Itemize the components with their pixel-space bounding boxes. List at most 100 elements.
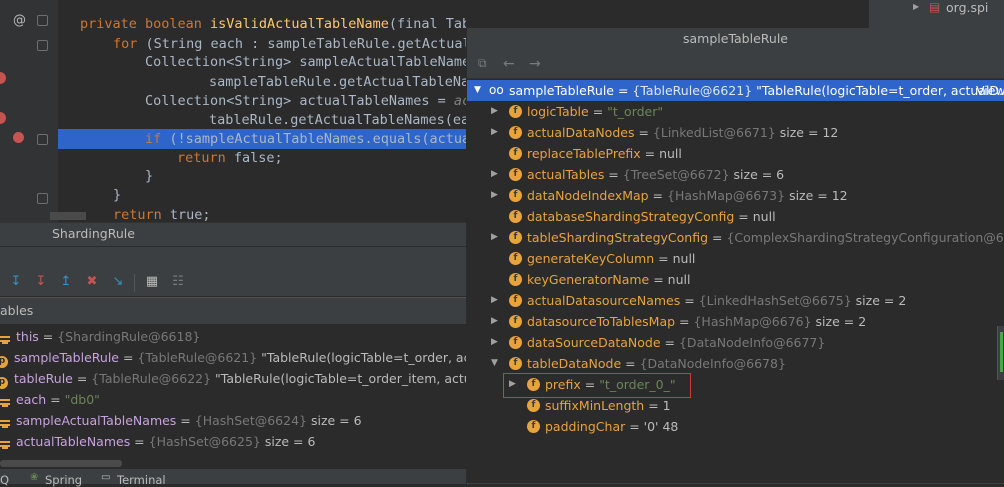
expand-arrow-icon[interactable]: ▶ bbox=[491, 311, 498, 332]
equals: = bbox=[640, 146, 660, 161]
tree-field-row[interactable]: ▶ f logicTable = "t_order" bbox=[467, 101, 1004, 122]
code-line[interactable]: } bbox=[58, 166, 466, 186]
trace-icon[interactable]: ☷ bbox=[170, 274, 186, 290]
expand-arrow-icon[interactable]: ▶ bbox=[491, 290, 498, 311]
breakpoint-icon[interactable] bbox=[0, 112, 6, 124]
tree-field-row[interactable]: ▶ f dataSourceDataNode = {DataNodeInfo@667… bbox=[467, 332, 1004, 353]
field-value: null bbox=[659, 146, 682, 161]
tree-field-row[interactable]: ▶ f tableShardingStrategyConfig = {Complex… bbox=[467, 227, 1004, 248]
field-name: actualDatasourceNames bbox=[527, 293, 681, 308]
equals: = bbox=[625, 419, 644, 434]
code-line[interactable]: Collection<String> actualTableNames = ac… bbox=[58, 91, 466, 111]
tree-field-row[interactable]: ▼ f tableDataNode = {DataNodeInfo@6678} bbox=[467, 353, 1004, 374]
tree-field-row[interactable]: f databaseShardingStrategyConfig = null bbox=[467, 206, 1004, 227]
variables-list[interactable]: this = {ShardingRule@6618} p sampleTableR… bbox=[0, 324, 466, 460]
fold-icon[interactable] bbox=[37, 193, 48, 204]
tool-window-spring[interactable]: Spring bbox=[45, 473, 82, 487]
view-link[interactable]: View bbox=[976, 80, 1004, 101]
tree-field-row[interactable]: ▶ f actualDatasourceNames = {LinkedHashSet… bbox=[467, 290, 1004, 311]
pin-icon[interactable]: ⧉ bbox=[478, 56, 487, 71]
field-icon: f bbox=[509, 357, 522, 370]
tree-root-text: sampleTableRule = {TableRule@6621} "Tabl… bbox=[509, 83, 1004, 98]
expand-arrow-icon[interactable]: ▶ bbox=[491, 185, 498, 206]
popup-title[interactable]: sampleTableRule bbox=[467, 28, 1004, 50]
parameter-icon: p bbox=[0, 356, 8, 368]
force-step-into-icon[interactable]: ↧ bbox=[33, 274, 49, 290]
equals: = bbox=[621, 356, 640, 371]
drop-frame-icon[interactable]: ✖ bbox=[84, 274, 100, 290]
tree-field-row[interactable]: ▶ f datasourceToTablesMap = {HashMap@6676}… bbox=[467, 311, 1004, 332]
expand-arrow-icon[interactable]: ▶ bbox=[491, 122, 498, 143]
scrollbar-thumb[interactable] bbox=[0, 460, 122, 467]
code-line[interactable]: return true; bbox=[58, 205, 466, 222]
variable-row[interactable]: this = {ShardingRule@6618} bbox=[0, 326, 466, 347]
editor-gutter[interactable]: @ bbox=[0, 0, 58, 222]
variables-title: ables bbox=[0, 303, 34, 318]
tree-field-row[interactable]: f replaceTablePrefix = null bbox=[467, 143, 1004, 164]
tree-field-row[interactable]: ▶ f dataNodeIndexMap = {HashMap@6673} size… bbox=[467, 185, 1004, 206]
collapse-arrow-icon[interactable]: ▼ bbox=[474, 80, 481, 101]
code-line[interactable]: for (String each : sampleTableRule.getAc… bbox=[58, 34, 466, 54]
object-tree[interactable]: ▼ oo sampleTableRule = {TableRule@6621} … bbox=[467, 79, 1004, 483]
code-line[interactable]: sampleTableRule.getActualTableNames(each… bbox=[58, 72, 466, 92]
expand-arrow-icon[interactable]: ▶ bbox=[913, 2, 919, 11]
collapse-arrow-icon[interactable]: ▼ bbox=[491, 353, 498, 374]
code-line[interactable]: private boolean isValidActualTableName(f… bbox=[58, 14, 466, 34]
field-text: replaceTablePrefix = null bbox=[527, 143, 682, 164]
code-line[interactable]: return false; bbox=[58, 148, 466, 168]
current-execution-line[interactable]: if (!sampleActualTableNames.equals(actua… bbox=[58, 129, 466, 149]
variable-row[interactable]: actualTableNames = {HashSet@6625} size =… bbox=[0, 431, 466, 452]
tree-field-row[interactable]: f generateKeyColumn = null bbox=[467, 248, 1004, 269]
code-line[interactable]: tableRule.getActualTableNames(each); bbox=[58, 110, 466, 130]
tree-root-row[interactable]: ▼ oo sampleTableRule = {TableRule@6621} … bbox=[467, 80, 1004, 101]
code-keyword: for bbox=[113, 36, 146, 52]
field-name: datasourceToTablesMap bbox=[527, 314, 676, 329]
forward-icon[interactable]: → bbox=[529, 56, 541, 72]
expand-arrow-icon[interactable]: ▶ bbox=[491, 227, 498, 248]
code-line[interactable]: } bbox=[58, 185, 466, 205]
evaluate-expression-icon[interactable]: ▦ bbox=[144, 274, 160, 290]
back-icon[interactable]: ← bbox=[503, 56, 515, 72]
tree-field-row[interactable]: f keyGeneratorName = null bbox=[467, 269, 1004, 290]
step-out-icon[interactable]: ↥ bbox=[58, 274, 74, 290]
code-text: (final TableRule sampleTableRule, final … bbox=[388, 16, 466, 32]
tree-field-row[interactable]: f paddingChar = '0' 48 bbox=[467, 416, 1004, 437]
variable-name: sampleActualTableNames bbox=[16, 413, 177, 428]
field-text: logicTable = "t_order" bbox=[527, 101, 663, 122]
field-value: size = 2 bbox=[811, 314, 867, 329]
code-keyword: return bbox=[113, 207, 170, 222]
expand-arrow-icon[interactable]: ▶ bbox=[491, 101, 498, 122]
breadcrumb-item[interactable]: ShardingRule bbox=[0, 222, 150, 246]
step-over-icon[interactable]: ↧ bbox=[8, 274, 24, 290]
code-editor[interactable]: @ private boolean isValidActualTableName… bbox=[0, 0, 466, 222]
variable-row[interactable]: sampleActualTableNames = {HashSet@6624} … bbox=[0, 410, 466, 431]
variable-row[interactable]: p sampleTableRule = {TableRule@6621} "Tab… bbox=[0, 347, 466, 368]
variable-row[interactable]: each = "db0" bbox=[0, 389, 466, 410]
fold-icon[interactable] bbox=[37, 15, 48, 26]
breakpoint-icon[interactable] bbox=[0, 72, 6, 84]
fold-icon[interactable] bbox=[37, 40, 48, 51]
code-text: Collection<String> sampleActualTableName… bbox=[145, 54, 466, 70]
run-to-cursor-icon[interactable]: ↘ bbox=[110, 274, 126, 290]
editor-scrollbar-thumb[interactable] bbox=[50, 212, 86, 220]
code-line[interactable]: Collection<String> sampleActualTableName… bbox=[58, 52, 466, 72]
expand-arrow-icon[interactable]: ▶ bbox=[491, 164, 498, 185]
equals: = bbox=[118, 350, 138, 365]
field-name: dataNodeIndexMap bbox=[527, 188, 649, 203]
expand-arrow-icon[interactable]: ▶ bbox=[491, 332, 498, 353]
field-text: suffixMinLength = 1 bbox=[545, 395, 671, 416]
field-value: size = 6 bbox=[729, 167, 785, 182]
tree-item-label[interactable]: org.spi bbox=[946, 0, 988, 15]
tree-field-row[interactable]: f suffixMinLength = 1 bbox=[467, 395, 1004, 416]
fold-icon[interactable] bbox=[37, 134, 48, 145]
tool-window-q[interactable]: Q bbox=[0, 473, 9, 487]
variable-ref: {HashSet@6625} bbox=[148, 434, 261, 449]
inline-debug-value: actualTableNames: size = 6 bbox=[453, 93, 466, 109]
tool-window-terminal[interactable]: Terminal bbox=[117, 473, 166, 487]
tree-field-row[interactable]: ▶ f actualTables = {TreeSet@6672} size = 6 bbox=[467, 164, 1004, 185]
variable-row[interactable]: p tableRule = {TableRule@6622} "TableRule… bbox=[0, 368, 466, 389]
tree-field-row[interactable]: ▶ f actualDataNodes = {LinkedList@6671} si… bbox=[467, 122, 1004, 143]
popup-scrollbar[interactable] bbox=[997, 326, 1004, 380]
breakpoint-icon[interactable] bbox=[13, 132, 24, 143]
debug-tool-header bbox=[0, 246, 466, 272]
